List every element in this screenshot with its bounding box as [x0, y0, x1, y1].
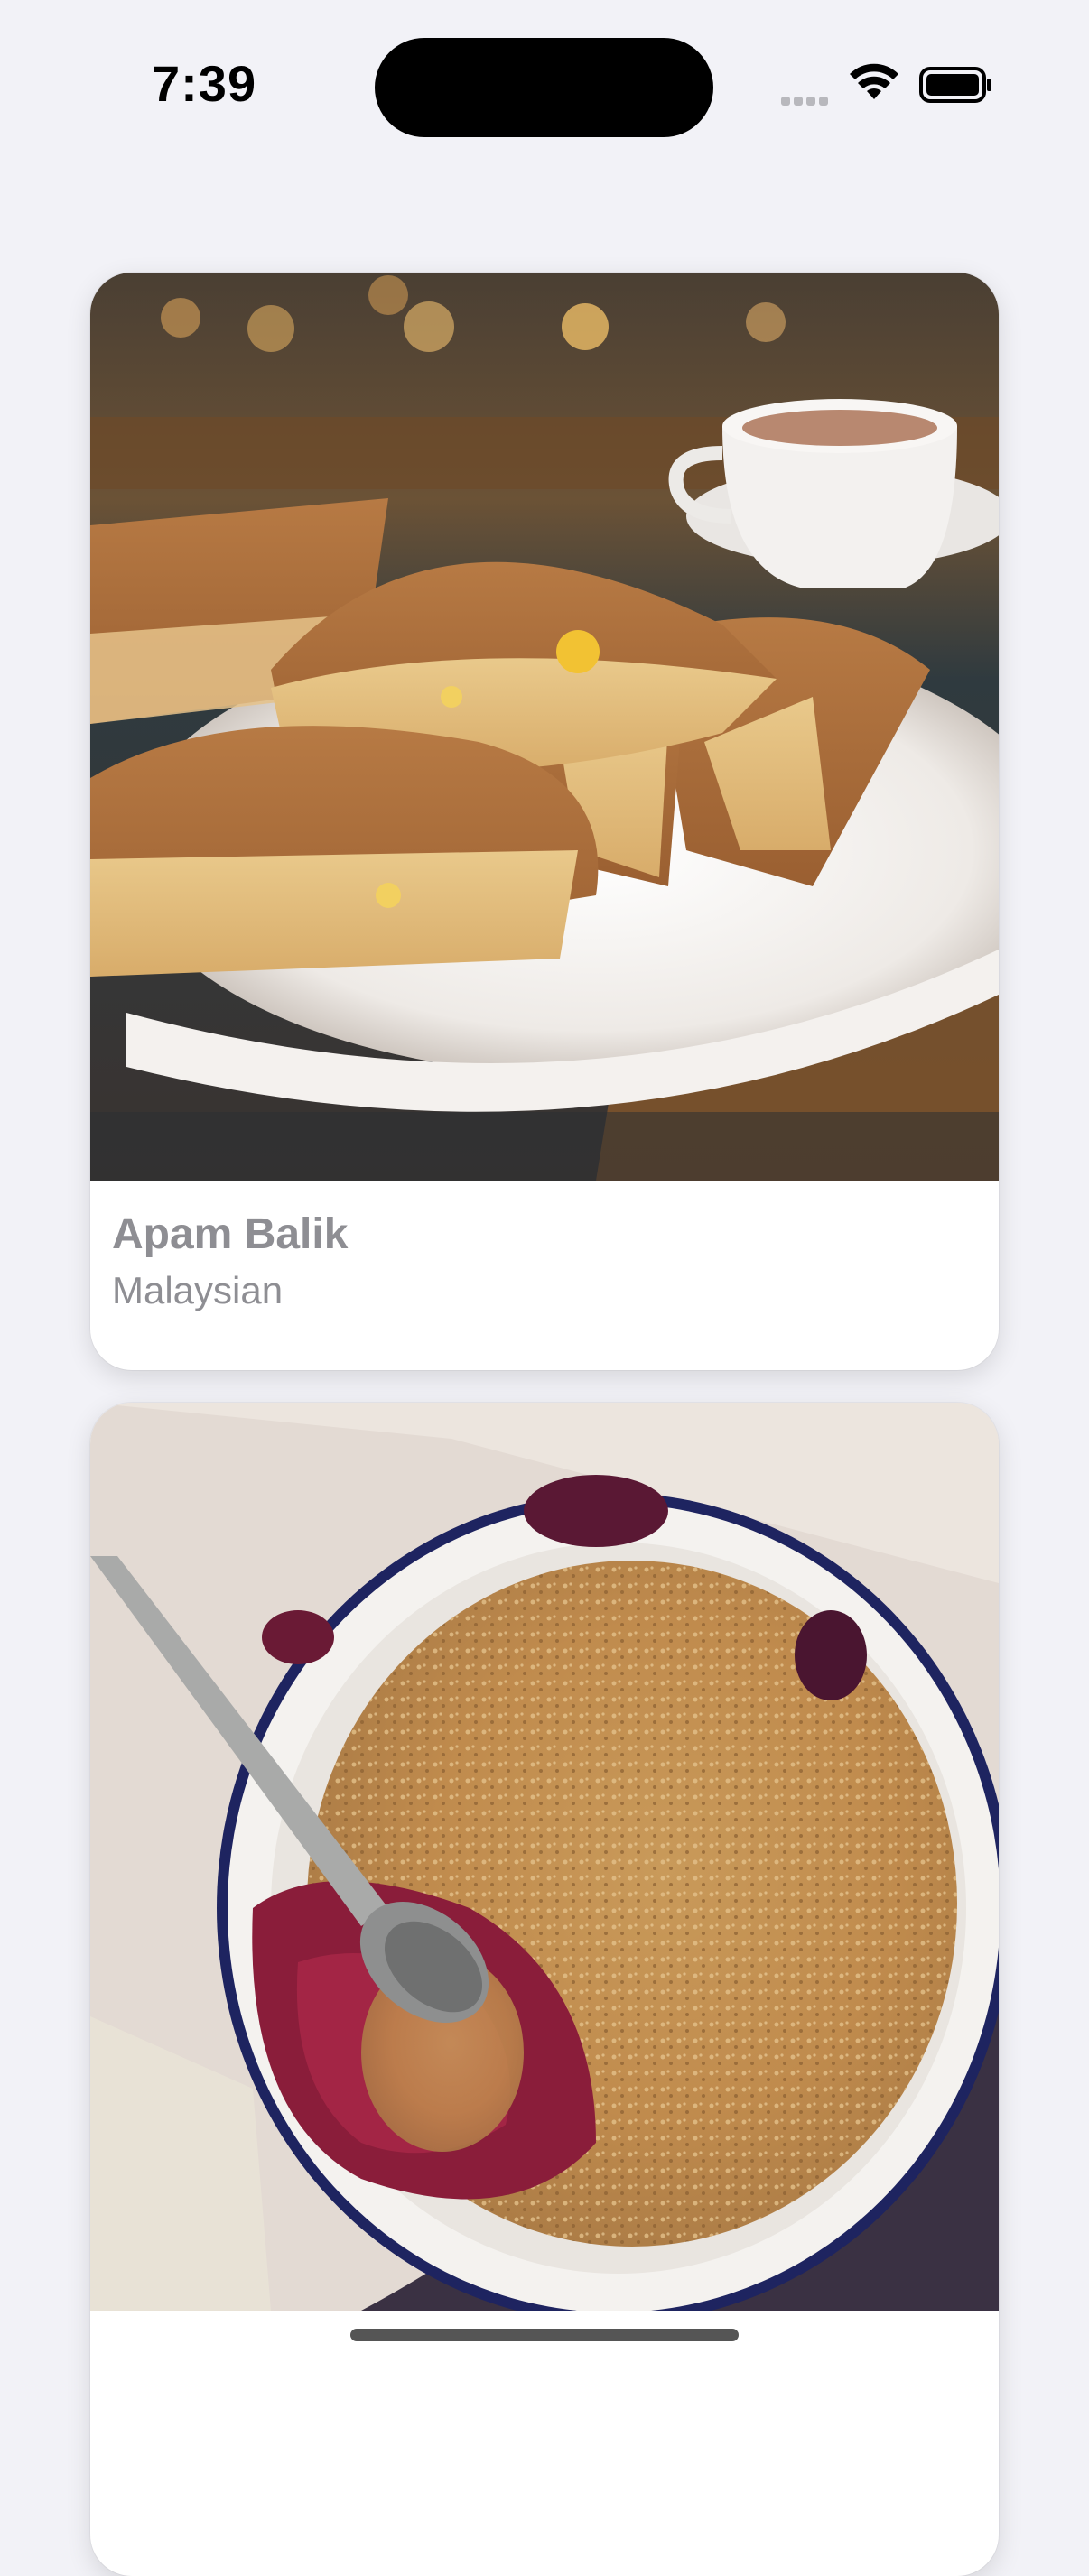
- dynamic-island: [375, 38, 713, 137]
- home-indicator[interactable]: [350, 2329, 739, 2341]
- meal-card[interactable]: Apam Balik Malaysian: [90, 273, 999, 1370]
- meal-area: Malaysian: [112, 1269, 284, 1311]
- signal-dots-icon: [781, 94, 835, 107]
- status-bar: 7:39: [0, 0, 1089, 171]
- meal-card[interactable]: [90, 1403, 999, 2576]
- battery-icon: [919, 67, 991, 103]
- status-time: 7:39: [152, 55, 257, 112]
- meal-image: [90, 273, 999, 1181]
- meal-title: Apam Balik: [112, 1210, 349, 1258]
- wifi-icon: [850, 63, 898, 99]
- meal-image: [90, 1403, 999, 2311]
